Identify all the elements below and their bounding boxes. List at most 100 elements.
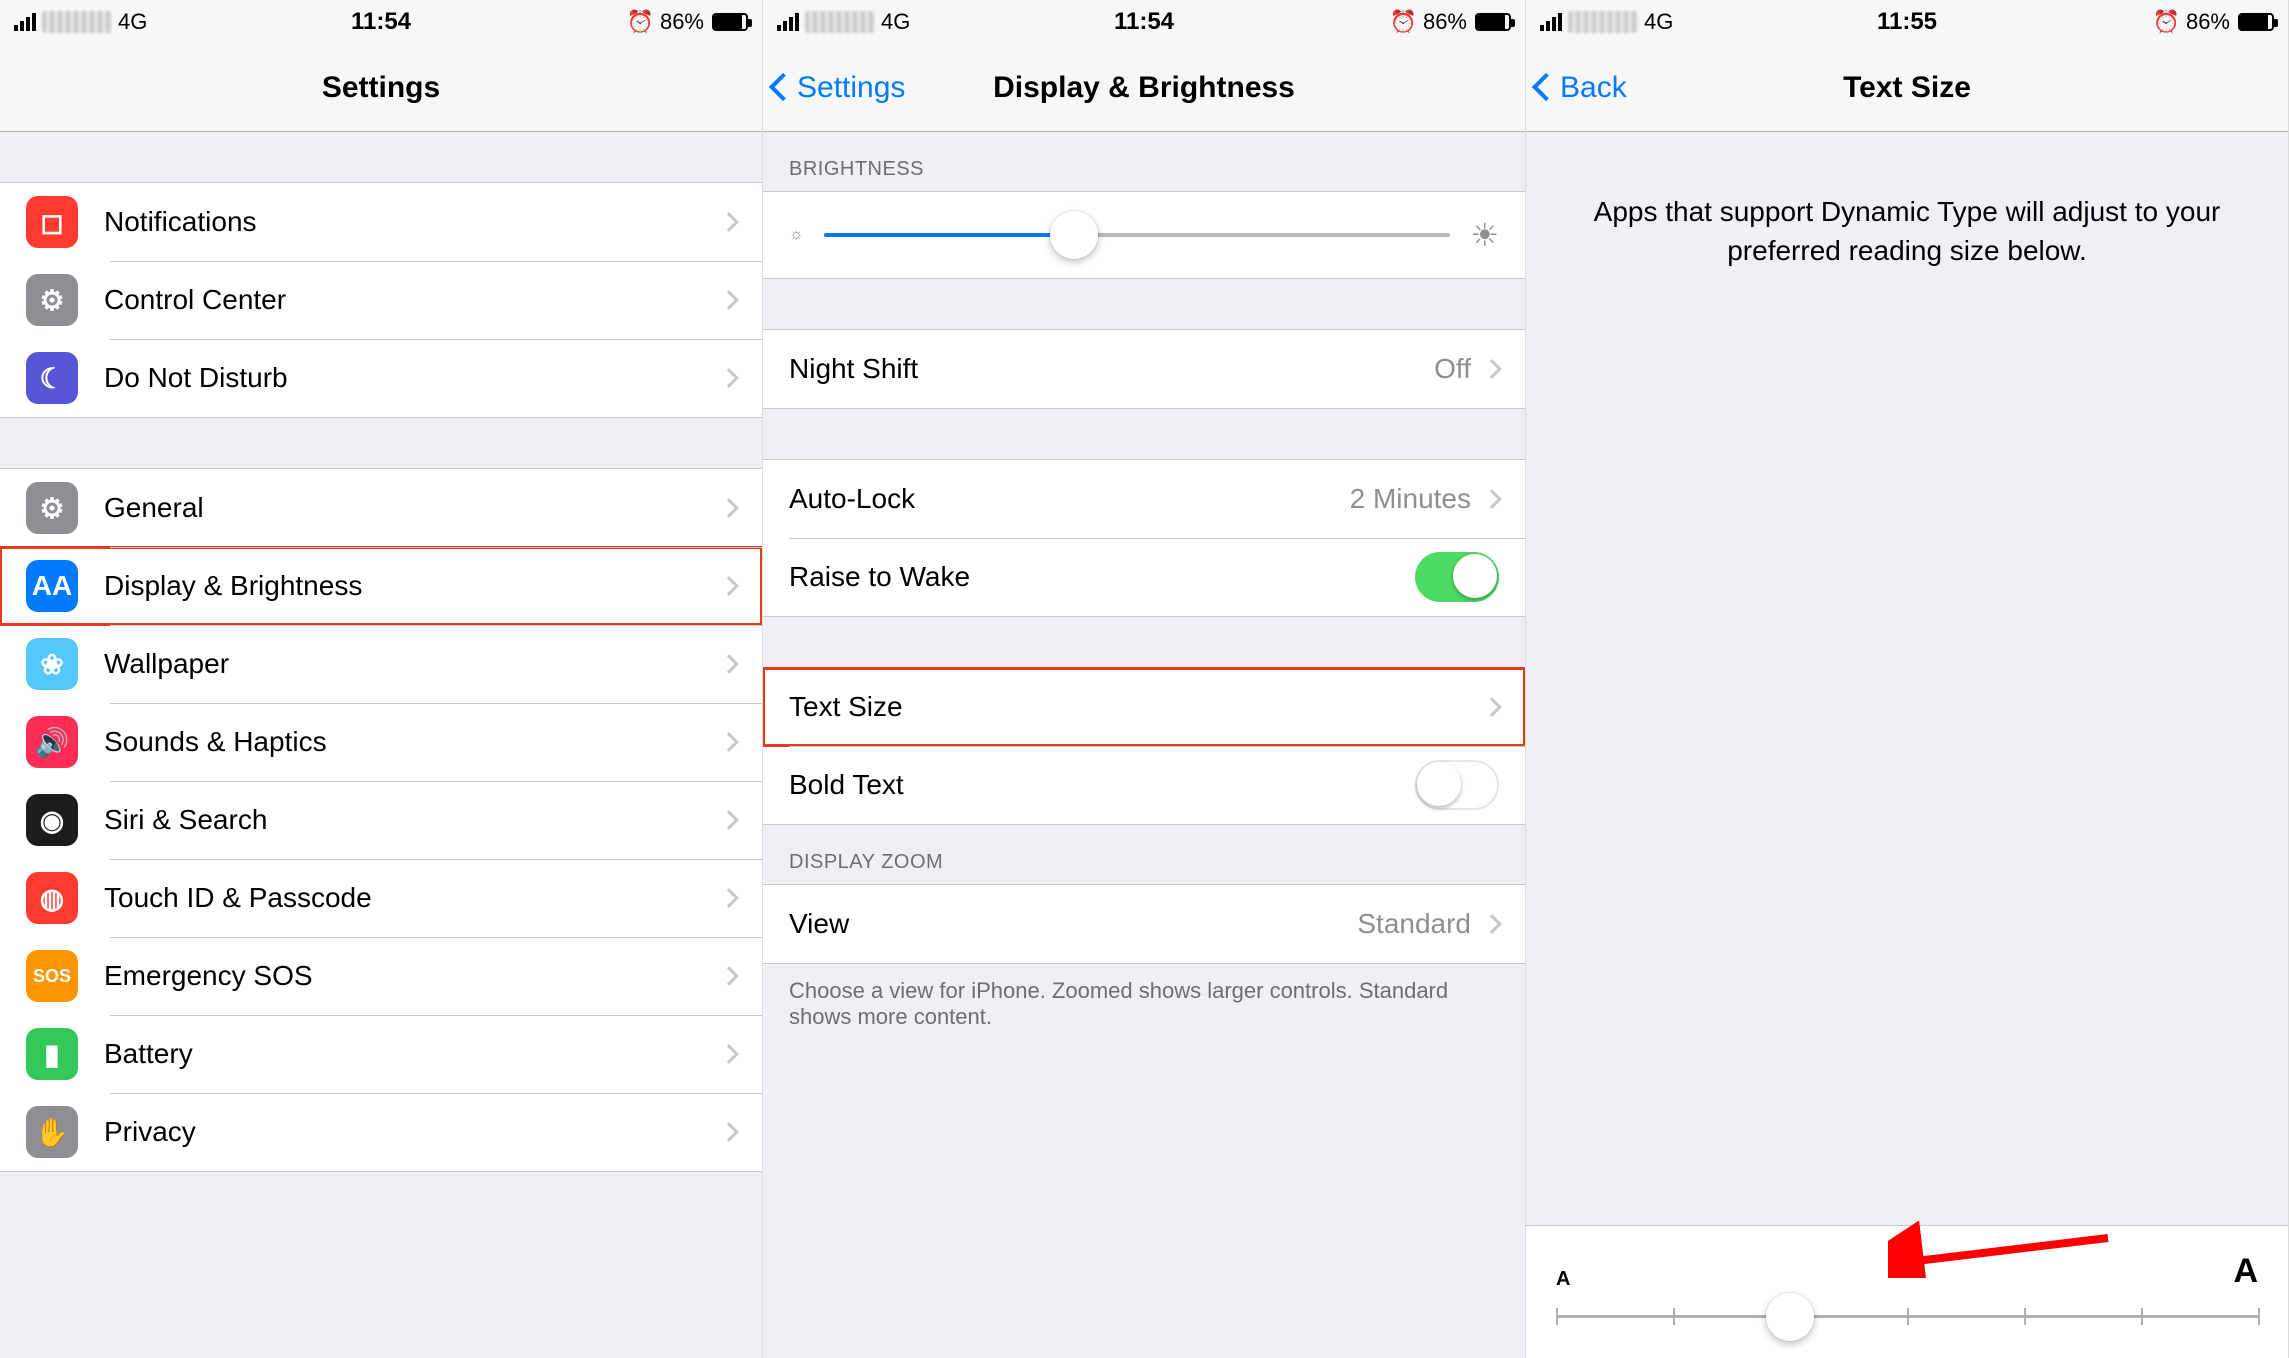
slider-thumb[interactable]	[1050, 211, 1098, 259]
cell-label: Raise to Wake	[789, 561, 1415, 593]
cell-detail: Off	[1434, 353, 1471, 385]
chevron-right-icon	[719, 576, 739, 596]
network-label: 4G	[118, 9, 147, 35]
brightness-slider[interactable]	[824, 233, 1451, 237]
raise-to-wake-toggle[interactable]	[1415, 552, 1499, 602]
settings-row-wallpaper[interactable]: ❀Wallpaper	[0, 625, 762, 703]
settings-row-notifications[interactable]: ◻Notifications	[0, 183, 762, 261]
text-size-slider[interactable]	[1556, 1315, 2258, 1318]
wallpaper-icon: ❀	[26, 638, 78, 690]
settings-row-do-not-disturb[interactable]: ☾Do Not Disturb	[0, 339, 762, 417]
signal-icon	[14, 13, 36, 31]
signal-icon	[777, 13, 799, 31]
settings-row-display-brightness[interactable]: AADisplay & Brightness	[0, 547, 762, 625]
settings-row-privacy[interactable]: ✋Privacy	[0, 1093, 762, 1171]
display-brightness-screen: 4G 11:54 ⏰ 86% Settings Display & Bright…	[763, 0, 1526, 1358]
chevron-right-icon	[719, 732, 739, 752]
slider-tick	[1907, 1308, 1909, 1325]
general-icon: ⚙	[26, 482, 78, 534]
battery-percent: 86%	[1423, 9, 1467, 35]
cell-label: Control Center	[104, 284, 722, 316]
text-size-small-label: A	[1556, 1268, 1570, 1291]
status-bar: 4G 11:54 ⏰ 86%	[0, 0, 762, 44]
cell-label: Battery	[104, 1038, 722, 1070]
settings-row-emergency-sos[interactable]: SOS Emergency SOS	[0, 937, 762, 1015]
battery-icon: ▮	[26, 1028, 78, 1080]
settings-screen: 4G 11:54 ⏰ 86% Settings ◻Notifications ⚙ C…	[0, 0, 763, 1358]
battery-percent: 86%	[2186, 9, 2230, 35]
cell-label: Text Size	[789, 691, 1485, 723]
bold-text-toggle[interactable]	[1415, 760, 1499, 810]
chevron-right-icon	[719, 966, 739, 986]
zoom-footer: Choose a view for iPhone. Zoomed shows l…	[763, 964, 1525, 1044]
text-size-panel: A A	[1526, 1225, 2288, 1358]
cell-label: Auto-Lock	[789, 483, 1350, 515]
sos-icon: SOS	[26, 950, 78, 1002]
chevron-right-icon	[1482, 914, 1502, 934]
battery-icon	[712, 13, 748, 31]
view-row[interactable]: View Standard	[763, 885, 1525, 963]
chevron-right-icon	[719, 498, 739, 518]
network-label: 4G	[1644, 9, 1673, 35]
chevron-right-icon	[719, 290, 739, 310]
dynamic-type-description: Apps that support Dynamic Type will adju…	[1526, 132, 2288, 330]
chevron-left-icon	[1536, 71, 1560, 105]
back-button[interactable]: Back	[1526, 71, 1627, 105]
chevron-right-icon	[719, 368, 739, 388]
night-shift-row[interactable]: Night Shift Off	[763, 330, 1525, 408]
settings-row-general[interactable]: ⚙ General	[0, 469, 762, 547]
clock: 11:54	[351, 8, 411, 36]
auto-lock-row[interactable]: Auto-Lock 2 Minutes	[763, 460, 1525, 538]
alarm-icon: ⏰	[627, 9, 654, 35]
carrier-name	[42, 11, 112, 33]
chevron-right-icon	[719, 888, 739, 908]
settings-row-control-center[interactable]: ⚙ Control Center	[0, 261, 762, 339]
chevron-right-icon	[719, 810, 739, 830]
chevron-left-icon	[773, 71, 797, 105]
cell-label: Touch ID & Passcode	[104, 882, 722, 914]
alarm-icon: ⏰	[2153, 9, 2180, 35]
chevron-right-icon	[1482, 489, 1502, 509]
settings-row-siri-search[interactable]: ◉Siri & Search	[0, 781, 762, 859]
chevron-right-icon	[719, 1122, 739, 1142]
chevron-right-icon	[719, 654, 739, 674]
cell-label: Sounds & Haptics	[104, 726, 722, 758]
cell-label: View	[789, 908, 1357, 940]
chevron-right-icon	[719, 1044, 739, 1064]
settings-row-sounds-haptics[interactable]: 🔊 Sounds & Haptics	[0, 703, 762, 781]
display-zoom-header: DISPLAY ZOOM	[763, 825, 1525, 884]
back-button[interactable]: Settings	[763, 71, 905, 105]
bold-text-row: Bold Text	[763, 746, 1525, 824]
cell-label: Emergency SOS	[104, 960, 722, 992]
cell-label: Privacy	[104, 1116, 722, 1148]
page-title: Settings	[0, 71, 762, 105]
sounds-icon: 🔊	[26, 716, 78, 768]
chevron-right-icon	[719, 212, 739, 232]
brightness-slider-row: ☼ ☀	[763, 192, 1525, 278]
carrier-name	[805, 11, 875, 33]
battery-icon	[1475, 13, 1511, 31]
status-bar: 4G 11:55 ⏰ 86%	[1526, 0, 2288, 44]
text-size-screen: 4G 11:55 ⏰ 86% Back Text Size Apps that …	[1526, 0, 2289, 1358]
text-size-row[interactable]: Text Size	[763, 668, 1525, 746]
carrier-name	[1568, 11, 1638, 33]
control-center-icon: ⚙	[26, 274, 78, 326]
network-label: 4G	[881, 9, 910, 35]
slider-tick	[1556, 1308, 1558, 1325]
clock: 11:54	[1114, 8, 1174, 36]
cell-label: Night Shift	[789, 353, 1434, 385]
brightness-header: BRIGHTNESS	[763, 132, 1525, 191]
page-title: Text Size	[1526, 71, 2288, 105]
alarm-icon: ⏰	[1390, 9, 1417, 35]
settings-row-touch-id-passcode[interactable]: ◍Touch ID & Passcode	[0, 859, 762, 937]
settings-row-battery[interactable]: ▮ Battery	[0, 1015, 762, 1093]
sun-big-icon: ☀	[1470, 216, 1499, 254]
signal-icon	[1540, 13, 1562, 31]
slider-thumb[interactable]	[1766, 1293, 1814, 1341]
cell-label: General	[104, 492, 722, 524]
back-label: Settings	[797, 71, 905, 105]
slider-tick	[2141, 1308, 2143, 1325]
nav-bar: Settings Display & Brightness	[763, 44, 1525, 132]
cell-label: Notifications	[104, 206, 722, 238]
nav-bar: Back Text Size	[1526, 44, 2288, 132]
